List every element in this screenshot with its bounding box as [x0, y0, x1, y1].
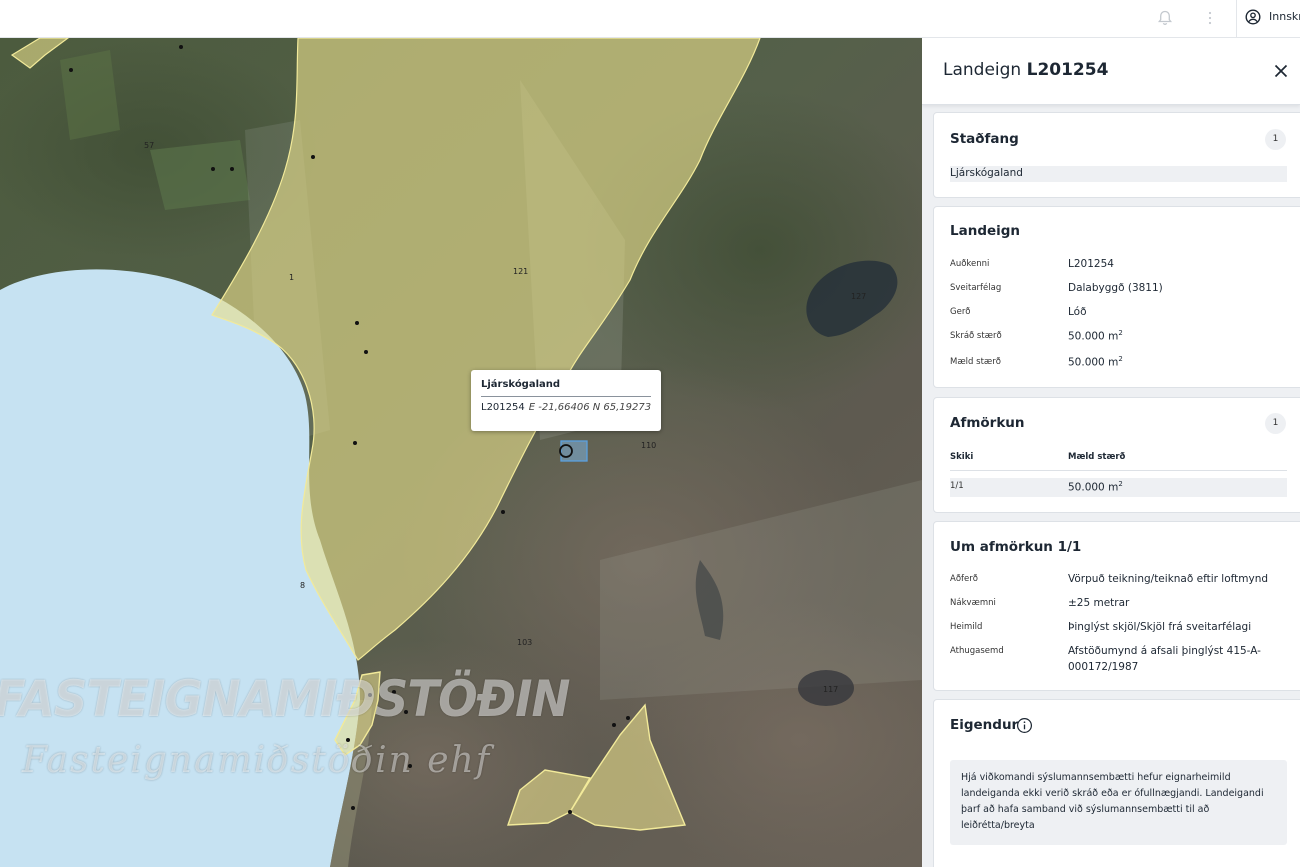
landeign-key-1: Auðkenni — [950, 259, 990, 269]
popup-info: L201254 E -21,66406 N 65,19273 — [481, 402, 651, 413]
eigendur-note-line-1: Hjá viðkomandi sýslumannsembætti hefur e… — [961, 772, 1231, 783]
map-label-8: 8 — [300, 581, 306, 590]
popup-id: L201254 — [481, 402, 525, 413]
more-vertical-icon[interactable] — [1203, 9, 1217, 27]
panel-title-id: L201254 — [1026, 60, 1109, 80]
landeign-title: Landeign — [950, 223, 1021, 239]
um-key-2: Nákvæmni — [950, 598, 996, 608]
landeign-value-1: L201254 — [1068, 258, 1114, 270]
popup-coords: E -21,66406 N 65,19273 — [528, 402, 652, 413]
um-value-1: Vörpuð teikning/teiknað eftir loftmynd — [1068, 573, 1269, 585]
eigendur-title: Eigendur — [950, 717, 1019, 733]
landeign-value-2: Dalabyggð (3811) — [1068, 282, 1163, 294]
um-afmorkun-card: Um afmörkun 1/1 Aðferð Vörpuð teikning/t… — [933, 521, 1300, 691]
landeign-key-4: Skráð stærð — [950, 331, 1002, 341]
watermark-logo: FASTEIGNAMIÐSTÖÐIN — [0, 670, 570, 728]
watermark-company: Fasteignamiðstöðin ehf — [22, 740, 492, 781]
popup-title: Ljárskógaland — [481, 379, 651, 397]
map-label-1: 1 — [289, 273, 295, 282]
map-label-117: 117 — [823, 685, 839, 694]
stadfang-value: Ljárskógaland — [950, 167, 1023, 179]
bell-icon[interactable] — [1156, 9, 1174, 27]
um-value-2: ±25 metrar — [1068, 597, 1130, 609]
um-value-4: Afstöðumynd á afsali þinglýst 415-A- — [1068, 645, 1261, 657]
um-key-1: Aðferð — [950, 574, 978, 584]
panel-title-prefix: Landeign — [943, 60, 1022, 80]
afmorkun-card: Afmörkun 1 Skiki Mæld stærð 1/1 50.000 m… — [933, 397, 1300, 513]
topbar-divider — [1236, 0, 1237, 38]
login-button[interactable]: Innskr — [1269, 10, 1300, 23]
panel-title: Landeign L201254 — [943, 60, 1108, 80]
top-bar: Innskr — [0, 0, 1300, 38]
close-icon[interactable] — [1272, 62, 1290, 80]
landeign-key-3: Gerð — [950, 307, 971, 317]
map-popup: Ljárskógaland L201254 E -21,66406 N 65,19… — [471, 370, 661, 431]
afmorkun-row-value: 50.000 m2 — [1068, 480, 1123, 494]
landeign-card: Landeign Auðkenni L201254 Sveitarfélag D… — [933, 206, 1300, 388]
landeign-value-4: 50.000 m2 — [1068, 329, 1123, 343]
info-icon[interactable] — [1016, 717, 1033, 734]
landeign-value-3: Lóð — [1068, 306, 1087, 318]
afmorkun-count-badge: 1 — [1265, 413, 1286, 434]
stadfang-title: Staðfang — [950, 131, 1019, 147]
eigendur-note-line-2: landeiganda ekki verið skráð eða er óful… — [961, 788, 1264, 799]
map-label-110: 110 — [641, 441, 657, 450]
map-label-103: 103 — [517, 638, 533, 647]
map-label-121: 121 — [513, 267, 529, 276]
landeign-key-2: Sveitarfélag — [950, 283, 1002, 293]
um-value-3: Þinglýst skjöl/Skjöl frá sveitarfélagi — [1068, 621, 1252, 633]
um-value-4-cont: 000172/1987 — [1068, 661, 1139, 673]
map-label-57: 57 — [144, 141, 155, 150]
panel-header: Landeign L201254 — [922, 38, 1300, 105]
stadfang-card: Staðfang 1 Ljárskógaland — [933, 112, 1300, 198]
landeign-key-5: Mæld stærð — [950, 357, 1001, 367]
stadfang-count-badge: 1 — [1265, 129, 1286, 150]
map-view[interactable]: 57 121 127 110 103 117 8 1 Ljárskógaland… — [0, 38, 922, 867]
afmorkun-col-skiki: Skiki — [950, 452, 974, 462]
um-afmorkun-title: Um afmörkun 1/1 — [950, 539, 1082, 555]
afmorkun-divider — [950, 470, 1287, 471]
um-key-3: Heimild — [950, 622, 983, 632]
property-panel: Landeign L201254 Staðfang 1 Ljárskógalan… — [922, 38, 1300, 867]
eigendur-note: Hjá viðkomandi sýslumannsembætti hefur e… — [950, 760, 1287, 845]
afmorkun-col-staerd: Mæld stærð — [1068, 452, 1126, 462]
map-label-127: 127 — [851, 292, 867, 301]
eigendur-note-line-3: þarf að hafa samband við sýslumannsembæt… — [961, 804, 1210, 815]
afmorkun-row-key: 1/1 — [950, 481, 964, 491]
user-circle-icon[interactable] — [1245, 9, 1261, 25]
um-key-4: Athugasemd — [950, 646, 1004, 656]
landeign-value-5: 50.000 m2 — [1068, 355, 1123, 369]
eigendur-card: Eigendur Hjá viðkomandi sýslumannsembætt… — [933, 699, 1300, 867]
afmorkun-title: Afmörkun — [950, 415, 1025, 431]
eigendur-note-line-4: leiðrétta/breyta — [961, 820, 1035, 831]
